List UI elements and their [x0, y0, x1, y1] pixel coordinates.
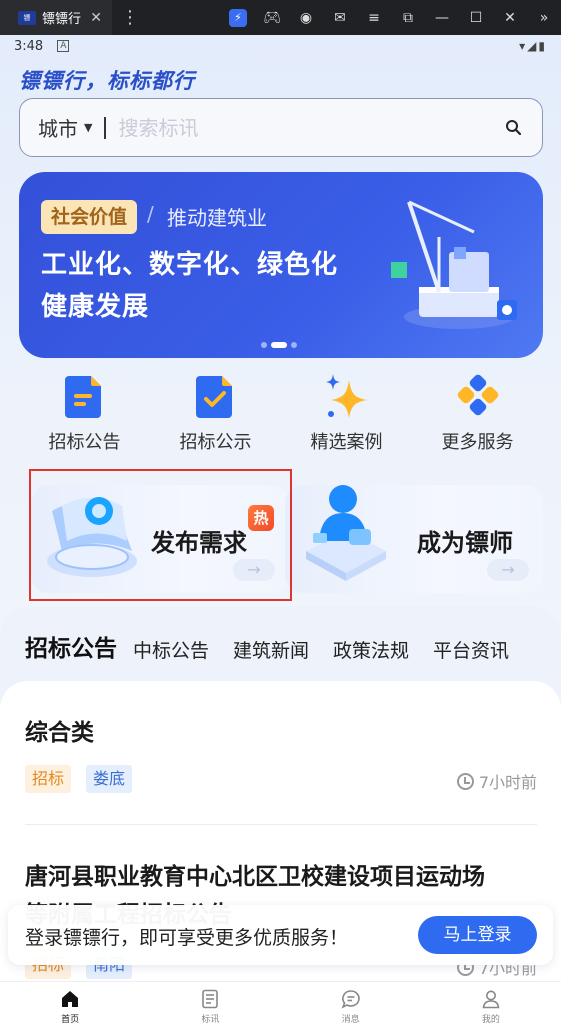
list-item-time: 7小时前 [456, 769, 537, 793]
quick-menu: 招标公告 招标公示 精选案例 更多服务 [19, 370, 543, 460]
quick-item-featured-cases[interactable]: 精选案例 [281, 370, 412, 460]
banner-headline-1: 工业化、数字化、绿色化 [41, 250, 339, 280]
login-prompt: 登录镖镖行，即可享受更多优质服务！ 马上登录 [8, 905, 553, 965]
home-icon [62, 991, 79, 1007]
category-tabs: 招标公告 中标公告 建筑新闻 政策法规 平台资讯 [25, 629, 533, 663]
search-bar[interactable]: 城市 ▼ [19, 98, 543, 157]
maximize-icon[interactable]: ☐ [459, 10, 493, 26]
carousel-dots[interactable] [261, 342, 297, 348]
quick-item-label: 招标公示 [179, 432, 252, 453]
sparkle-icon [325, 374, 367, 418]
tabbar-home[interactable]: 首页 [0, 982, 140, 1030]
city-selector[interactable]: 城市 [38, 113, 78, 142]
login-button[interactable]: 马上登录 [418, 916, 537, 954]
account-icon[interactable]: ◉ [289, 10, 323, 26]
list-item-title[interactable]: 唐河县职业教育中心北区卫校建设项目运动场 [25, 857, 485, 891]
tabbar-profile[interactable]: 我的 [421, 982, 561, 1030]
publish-demand-card[interactable]: 发布需求 热 → [31, 485, 289, 593]
become-escort-title: 成为镖师 [417, 529, 513, 557]
quick-item-tender-publicity[interactable]: 招标公示 [150, 370, 281, 460]
search-icon[interactable] [504, 118, 524, 138]
status-time: 3:48 [14, 38, 44, 54]
gamepad-icon[interactable]: 🎮︎ [255, 10, 289, 26]
list-item-title[interactable]: 综合类 [25, 713, 94, 747]
expand-icon[interactable]: » [527, 10, 561, 26]
divider [25, 824, 537, 825]
tabbar-label: 标讯 [201, 1015, 220, 1025]
message-icon [341, 990, 360, 1009]
mail-icon[interactable]: ✉ [323, 10, 357, 26]
tab-construction-news[interactable]: 建筑新闻 [233, 636, 309, 663]
quick-item-label: 招标公告 [48, 432, 121, 453]
tab-title: 镖镖行 [42, 12, 82, 27]
hot-badge: 热 [248, 505, 274, 531]
bottom-tab-bar: 首页 标讯 消息 我的 [0, 981, 561, 1030]
carousel-dot[interactable] [261, 342, 267, 348]
publish-illustration [47, 497, 137, 577]
login-prompt-text: 登录镖镖行，即可享受更多优质服务！ [25, 927, 349, 949]
tabbar-label: 我的 [481, 1015, 500, 1025]
app-screen: 3:48 A ▾◢▮ 镖镖行，标标都行 城市 ▼ 社会价值 / 推动建筑业 工业… [0, 35, 561, 1030]
chevron-down-icon[interactable]: ▼ [84, 121, 92, 134]
grid-dots-icon [457, 374, 498, 416]
status-a-badge: A [57, 40, 70, 52]
status-bar: 3:48 A ▾◢▮ [0, 35, 561, 57]
profile-icon [482, 990, 500, 1009]
banner-separator: / [147, 202, 154, 226]
news-icon [202, 989, 219, 1009]
quick-item-more-services[interactable]: 更多服务 [412, 370, 543, 460]
document-icon [64, 376, 101, 418]
publish-demand-title: 发布需求 [151, 529, 247, 557]
menu-icon[interactable]: ≡ [357, 10, 391, 26]
time-text: 7小时前 [478, 773, 537, 792]
check-document-icon [195, 376, 232, 418]
promo-banner[interactable]: 社会价值 / 推动建筑业 工业化、数字化、绿色化 健康发展 [19, 172, 543, 358]
emulator-titlebar: 镖 镖镖行 ✕ ⋮ ⚡ 🎮︎ ◉ ✉ ≡ ⧉ — ☐ ✕ » [0, 0, 561, 35]
tabbar-label: 首页 [61, 1015, 80, 1025]
tabbar-messages[interactable]: 消息 [281, 982, 421, 1030]
kebab-menu-icon[interactable]: ⋮ [120, 7, 140, 28]
slogan: 镖镖行，标标都行 [19, 69, 195, 93]
arrow-right-icon[interactable]: → [233, 559, 275, 581]
tab-policy[interactable]: 政策法规 [333, 636, 409, 663]
tab-close-icon[interactable]: ✕ [90, 10, 102, 26]
notice-list: 综合类 招标 娄底 7小时前 唐河县职业教育中心北区卫校建设项目运动场 等附属工… [0, 681, 561, 1030]
arrow-right-icon[interactable]: → [487, 559, 529, 581]
search-input[interactable] [118, 115, 504, 140]
minimize-icon[interactable]: — [425, 10, 459, 26]
app-icon: 镖 [18, 10, 36, 25]
become-escort-card[interactable]: 成为镖师 → [285, 485, 543, 593]
screenshot-icon[interactable]: ⧉ [391, 10, 425, 26]
banner-subtitle: 推动建筑业 [167, 206, 267, 230]
tabbar-label: 消息 [341, 1015, 360, 1025]
clock-icon [456, 772, 474, 790]
banner-tag: 社会价值 [41, 200, 138, 234]
banner-headline-2: 健康发展 [41, 292, 150, 322]
quick-item-tender-notice[interactable]: 招标公告 [19, 370, 150, 460]
tab-platform-info[interactable]: 平台资讯 [433, 636, 509, 663]
emulator-tab[interactable]: 镖 镖镖行 ✕ [0, 0, 112, 35]
tabbar-news[interactable]: 标讯 [140, 982, 280, 1030]
quick-item-label: 精选案例 [310, 432, 383, 453]
tab-winning-notice[interactable]: 中标公告 [133, 636, 209, 663]
escort-illustration [306, 485, 386, 581]
tab-tender-notice[interactable]: 招标公告 [25, 629, 117, 663]
construction-crane-illustration [391, 200, 517, 329]
bolt-icon[interactable]: ⚡ [221, 8, 255, 27]
quick-item-label: 更多服务 [441, 432, 514, 453]
close-icon[interactable]: ✕ [493, 10, 527, 26]
status-signal-battery-icon: ▾◢▮ [519, 39, 547, 53]
type-badge: 招标 [25, 765, 72, 793]
carousel-dot-active[interactable] [271, 342, 287, 348]
text-cursor [104, 116, 107, 139]
region-badge: 娄底 [86, 765, 133, 793]
carousel-dot[interactable] [291, 342, 297, 348]
